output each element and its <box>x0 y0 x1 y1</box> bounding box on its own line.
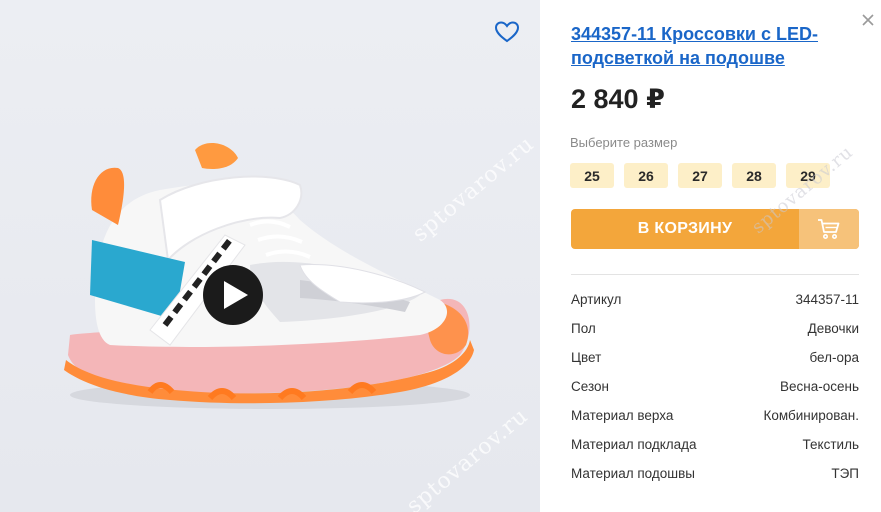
spec-key: Сезон <box>571 379 609 394</box>
spec-row: Цвет бел-ора <box>571 350 859 379</box>
spec-value: бел-ора <box>809 350 859 365</box>
close-icon <box>862 14 874 26</box>
spec-value: ТЭП <box>831 466 859 481</box>
size-option[interactable]: 26 <box>624 163 668 188</box>
spec-key: Материал подклада <box>571 437 697 452</box>
spec-value: 344357-11 <box>795 292 859 307</box>
spec-value: Текстиль <box>802 437 859 452</box>
product-price: 2 840 ₽ <box>571 84 665 114</box>
divider <box>571 274 859 275</box>
close-button[interactable] <box>858 10 878 30</box>
size-option[interactable]: 28 <box>732 163 776 188</box>
size-selector-label: Выберите размер <box>570 135 678 150</box>
product-title-link[interactable]: 344357-11 Кроссовки с LED-подсветкой на … <box>571 22 851 70</box>
spec-key: Материал верха <box>571 408 674 423</box>
spec-value: Весна-осень <box>780 379 859 394</box>
spec-key: Пол <box>571 321 596 336</box>
spec-row: Пол Девочки <box>571 321 859 350</box>
spec-value: Девочки <box>807 321 859 336</box>
spec-row: Материал подошвы ТЭП <box>571 466 859 495</box>
spec-row: Артикул 344357-11 <box>571 292 859 321</box>
product-image <box>64 143 474 409</box>
spec-row: Материал подклада Текстиль <box>571 437 859 466</box>
product-specs: Артикул 344357-11 Пол Девочки Цвет бел-о… <box>571 292 859 495</box>
spec-key: Артикул <box>571 292 622 307</box>
spec-key: Материал подошвы <box>571 466 695 481</box>
add-to-cart-button[interactable]: В КОРЗИНУ <box>571 209 859 249</box>
heart-icon <box>494 21 520 43</box>
cart-icon <box>818 219 840 239</box>
favorite-button[interactable] <box>493 19 521 45</box>
size-option[interactable]: 25 <box>570 163 614 188</box>
spec-row: Сезон Весна-осень <box>571 379 859 408</box>
spec-key: Цвет <box>571 350 602 365</box>
cart-icon-box[interactable] <box>799 209 859 249</box>
spec-value: Комбинирован. <box>763 408 859 423</box>
spec-row: Материал верха Комбинирован. <box>571 408 859 437</box>
product-image-panel: sptovarov.ru sptovarov.ru <box>0 0 540 512</box>
size-option[interactable]: 27 <box>678 163 722 188</box>
